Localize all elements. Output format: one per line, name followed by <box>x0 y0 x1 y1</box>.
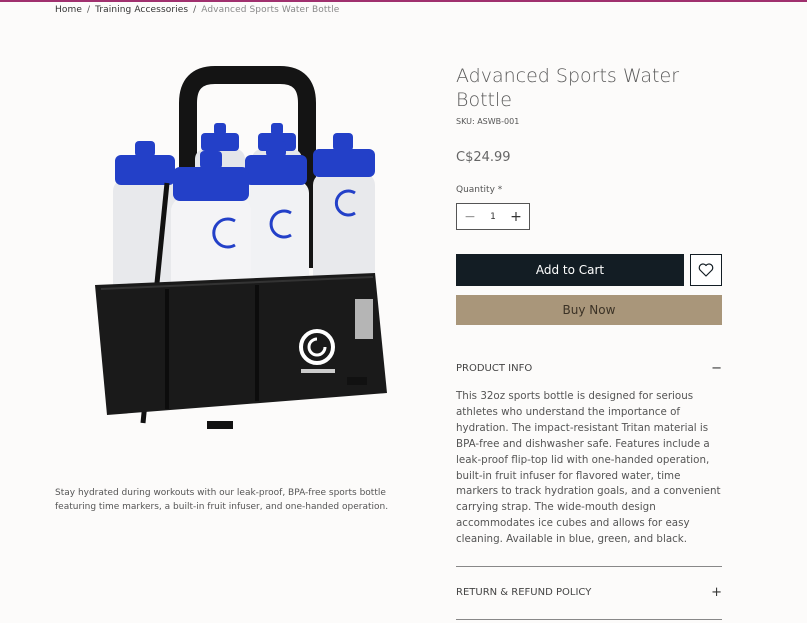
breadcrumb-separator: / <box>193 5 197 15</box>
refund-policy-title: RETURN & REFUND POLICY <box>456 586 592 598</box>
product-price: C$24.99 <box>456 150 511 165</box>
product-photo[interactable] <box>55 63 431 439</box>
quantity-stepper: − 1 + <box>456 203 530 230</box>
expand-icon: + <box>711 584 722 600</box>
plus-icon[interactable]: + <box>510 210 522 224</box>
heart-icon <box>698 263 714 277</box>
product-info-text: This 32oz sports bottle is designed for … <box>456 390 721 546</box>
product-short-description: Stay hydrated during workouts with our l… <box>55 488 389 512</box>
buy-now-button[interactable]: Buy Now <box>456 295 722 325</box>
breadcrumb-category[interactable]: Training Accessories <box>95 5 188 15</box>
top-accent-line <box>0 0 807 2</box>
quantity-value[interactable]: 1 <box>490 212 496 222</box>
product-sku: SKU: ASWB-001 <box>456 117 520 126</box>
collapse-icon: − <box>711 360 722 376</box>
breadcrumb-separator: / <box>86 5 91 15</box>
refund-policy-toggle[interactable]: RETURN & REFUND POLICY + <box>456 584 722 600</box>
product-info-title: PRODUCT INFO <box>456 362 533 374</box>
breadcrumb-current: Advanced Sports Water Bottle <box>201 5 340 15</box>
wishlist-button[interactable] <box>690 254 722 286</box>
breadcrumb-home[interactable]: Home <box>55 5 82 15</box>
minus-icon[interactable]: − <box>464 210 476 224</box>
breadcrumb: Home / Training Accessories / Advanced S… <box>55 5 339 15</box>
product-info-toggle[interactable]: PRODUCT INFO − <box>456 360 722 376</box>
product-title: Advanced Sports Water Bottle <box>456 65 679 111</box>
section-divider <box>456 619 722 620</box>
add-to-cart-button[interactable]: Add to Cart <box>456 254 684 286</box>
quantity-label: Quantity * <box>456 185 503 195</box>
bottle-carrier-illustration <box>95 66 387 429</box>
section-divider <box>456 566 722 567</box>
